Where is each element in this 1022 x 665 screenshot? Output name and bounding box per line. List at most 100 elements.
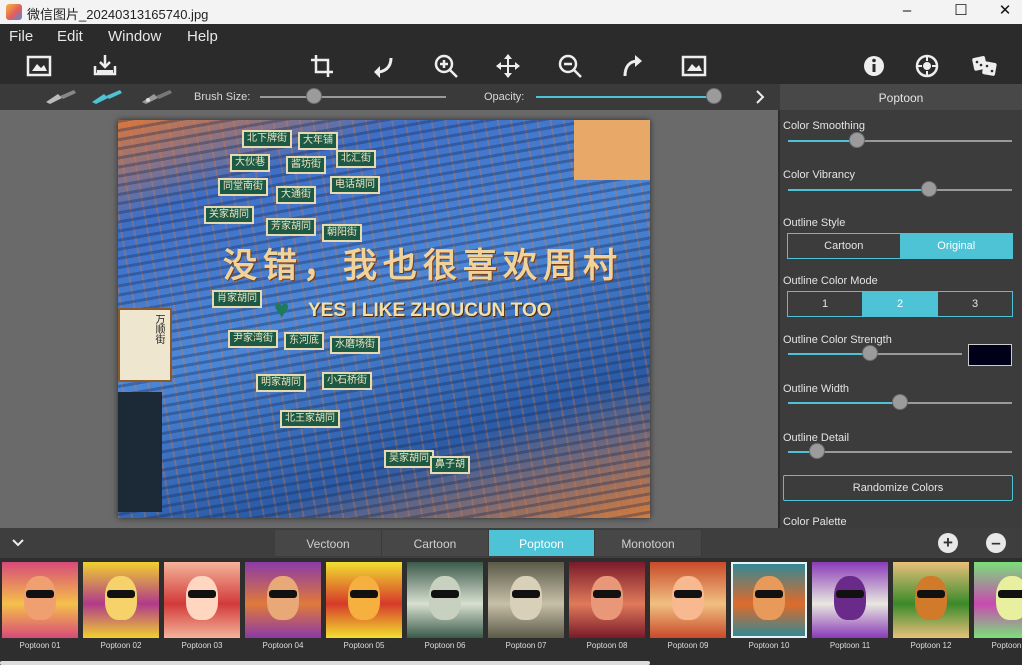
outline-color-strength-knob[interactable] (861, 345, 878, 361)
tab-vectoon[interactable]: Vectoon (275, 530, 382, 556)
preset-thumbnail-image (488, 562, 564, 638)
color-vibrancy-knob[interactable] (921, 181, 938, 197)
thumbnail-face (186, 576, 218, 620)
thumbnail-sunglasses (917, 590, 945, 598)
outline-detail-knob[interactable] (809, 443, 826, 459)
preset-thumbnail[interactable]: Poptoon 12 (893, 562, 969, 662)
menu-window[interactable]: Window (108, 28, 161, 45)
photo-sign: 北下牌街 (242, 130, 292, 148)
window-title: 微信图片_20240313165740.jpg (27, 7, 209, 22)
preset-thumbnail-strip: Poptoon 01 Poptoon 02 Poptoon 03 Poptoon 04… (0, 558, 1022, 665)
minimize-button[interactable]: – (884, 0, 930, 24)
tab-cartoon[interactable]: Cartoon (382, 530, 489, 556)
menu-file[interactable]: File (9, 28, 33, 45)
redo-icon[interactable] (618, 52, 646, 80)
chevron-down-icon[interactable] (10, 535, 26, 551)
zoom-out-icon[interactable] (556, 52, 584, 80)
color-vibrancy-slider[interactable] (788, 189, 1012, 191)
photo-sign: 同堂南街 (218, 178, 268, 196)
maximize-button[interactable]: ☐ (938, 0, 984, 24)
photo-sign: 酱坊街 (286, 156, 326, 174)
preset-thumbnail-image (974, 562, 1022, 638)
preset-thumbnail[interactable]: Poptoon 11 (812, 562, 888, 662)
filter-tab-bar: Vectoon Cartoon Poptoon Monotoon + – (0, 528, 1022, 558)
thumbnail-face (672, 576, 704, 620)
preset-thumbnail[interactable]: Poptoon 10 (731, 562, 807, 662)
image-open-icon[interactable] (25, 52, 53, 80)
photo-sign: 北王家胡同 (280, 410, 340, 428)
preset-thumbnail-label: Poptoon 01 (19, 641, 61, 650)
preset-thumbnail[interactable]: Poptoon 01 (2, 562, 78, 662)
preset-thumbnail-image (812, 562, 888, 638)
thumbnail-scrollbar[interactable] (0, 661, 650, 665)
photo-preview[interactable]: 北下牌街 大年铺 大伙巷 酱坊街 北汇街 同堂南街 大通街 电话胡同 关家胡同 … (118, 120, 650, 518)
photo-sign: 尹家湾街 (228, 330, 278, 348)
fit-image-icon[interactable] (680, 52, 708, 80)
color-smoothing-knob[interactable] (849, 132, 866, 148)
move-icon[interactable] (494, 52, 522, 80)
chevron-right-icon[interactable] (753, 88, 767, 106)
photo-sign: 北汇街 (336, 150, 376, 168)
preset-thumbnail-label: Poptoon 12 (910, 641, 952, 650)
photo-sign: 吴家胡同 (384, 450, 434, 468)
crop-icon[interactable] (308, 52, 336, 80)
brush-icon[interactable] (44, 88, 78, 106)
opacity-knob[interactable] (706, 88, 722, 104)
canvas-area[interactable]: 北下牌街 大年铺 大伙巷 酱坊街 北汇街 同堂南街 大通街 电话胡同 关家胡同 … (0, 110, 778, 528)
photo-dark-panel (118, 392, 162, 512)
preset-thumbnail-label: Poptoon 13 (991, 641, 1022, 650)
outline-width-knob[interactable] (892, 394, 908, 410)
dice-icon[interactable] (971, 52, 999, 80)
preset-thumbnail[interactable]: Poptoon 08 (569, 562, 645, 662)
color-brush-icon[interactable] (90, 88, 124, 106)
tab-poptoon[interactable]: Poptoon (489, 530, 595, 556)
eraser-brush-icon[interactable] (140, 88, 174, 106)
photo-sign: 大伙巷 (230, 154, 270, 172)
brush-size-slider[interactable] (260, 96, 446, 98)
thumbnail-sunglasses (269, 590, 297, 598)
preset-thumbnail[interactable]: Poptoon 02 (83, 562, 159, 662)
preset-thumbnail[interactable]: Poptoon 13 (974, 562, 1022, 662)
sky-patch (574, 120, 650, 180)
preset-thumbnail-label: Poptoon 04 (262, 641, 304, 650)
outline-color-mode-2[interactable]: 2 (863, 292, 938, 316)
close-button[interactable]: ✕ (982, 0, 1022, 24)
thumbnail-sunglasses (350, 590, 378, 598)
outline-color-swatch[interactable] (968, 344, 1012, 366)
preset-thumbnail[interactable]: Poptoon 03 (164, 562, 240, 662)
menu-edit[interactable]: Edit (57, 28, 83, 45)
opacity-slider[interactable] (536, 96, 714, 98)
info-icon[interactable] (860, 52, 888, 80)
photo-sign: 水磨场街 (330, 336, 380, 354)
undo-icon[interactable] (370, 52, 398, 80)
outline-color-mode-3[interactable]: 3 (938, 292, 1012, 316)
settings-icon[interactable] (913, 52, 941, 80)
remove-preset-button[interactable]: – (986, 533, 1006, 553)
preset-thumbnail[interactable]: Poptoon 05 (326, 562, 402, 662)
outline-color-mode-1[interactable]: 1 (788, 292, 863, 316)
brush-size-knob[interactable] (305, 88, 322, 104)
save-download-icon[interactable] (91, 52, 119, 80)
zoom-in-icon[interactable] (432, 52, 460, 80)
preset-thumbnail-label: Poptoon 06 (424, 641, 466, 650)
menu-help[interactable]: Help (187, 28, 218, 45)
color-smoothing-slider[interactable] (788, 140, 1012, 142)
add-preset-button[interactable]: + (938, 533, 958, 553)
panel-title: Poptoon (780, 84, 1022, 110)
preset-thumbnail[interactable]: Poptoon 07 (488, 562, 564, 662)
preset-thumbnail[interactable]: Poptoon 06 (407, 562, 483, 662)
randomize-colors-button[interactable]: Randomize Colors (783, 475, 1013, 501)
brush-size-label: Brush Size: (194, 91, 251, 103)
preset-thumbnail-image (326, 562, 402, 638)
outline-style-original[interactable]: Original (900, 234, 1012, 258)
outline-width-label: Outline Width (783, 383, 850, 395)
photo-sign: 芳家胡同 (266, 218, 316, 236)
heart-icon: ♥ (274, 294, 290, 324)
color-palette-label: Color Palette (783, 516, 847, 528)
photo-sign: 关家胡同 (204, 206, 254, 224)
preset-thumbnail[interactable]: Poptoon 09 (650, 562, 726, 662)
preset-thumbnail[interactable]: Poptoon 04 (245, 562, 321, 662)
tab-monotoon[interactable]: Monotoon (595, 530, 702, 556)
outline-style-cartoon[interactable]: Cartoon (788, 234, 901, 258)
brush-toolbar: Brush Size: Opacity: (0, 84, 780, 110)
